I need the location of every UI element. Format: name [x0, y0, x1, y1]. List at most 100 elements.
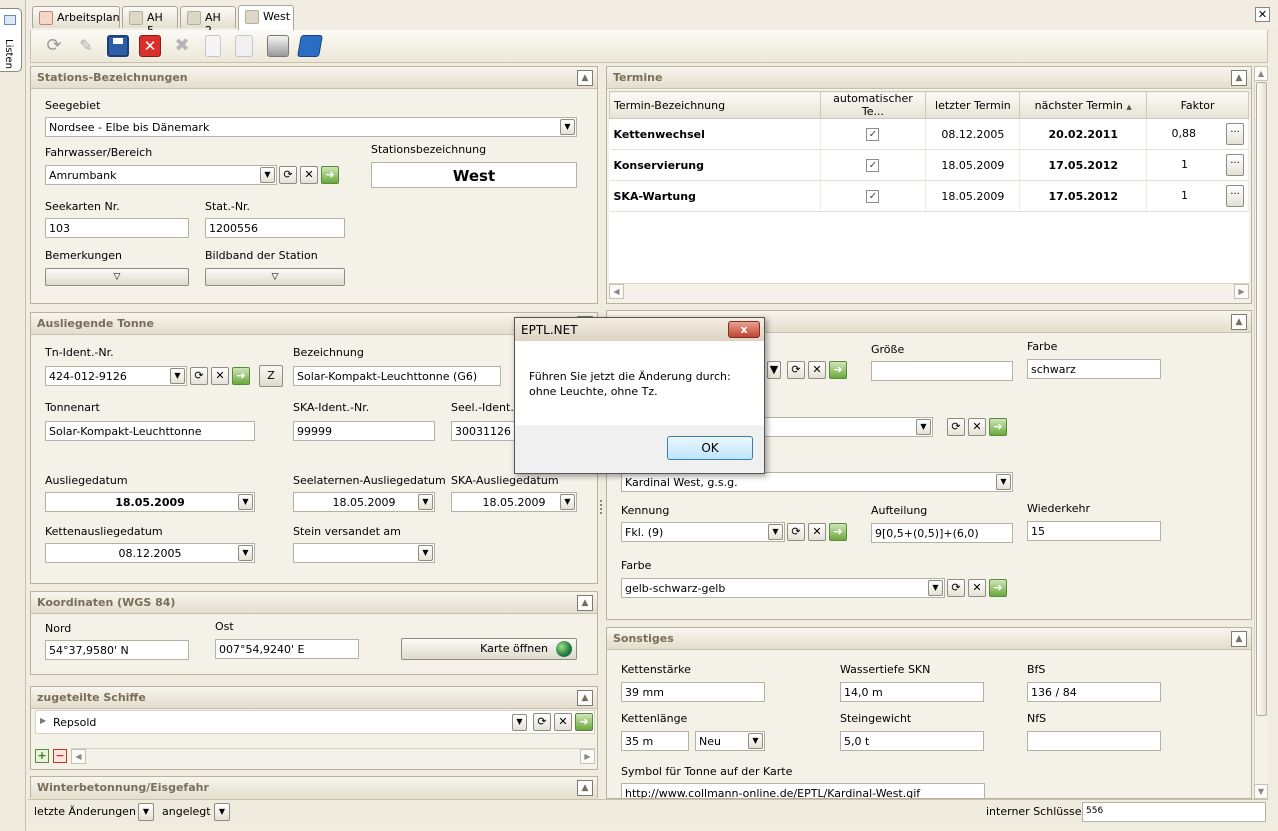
- karte-oeffnen-button[interactable]: Karte öffnen: [401, 638, 577, 660]
- refresh-icon[interactable]: ⟳: [787, 523, 805, 541]
- go-arrow-icon[interactable]: ➜: [989, 579, 1007, 597]
- table-row[interactable]: Kettenwechsel ✓ 08.12.2005 20.02.2011 0,…: [609, 118, 1249, 150]
- chevron-down-icon[interactable]: ▼: [748, 733, 763, 749]
- clear-icon[interactable]: ✕: [808, 361, 826, 379]
- collapse-icon[interactable]: ▲: [1231, 314, 1247, 330]
- help-book-icon[interactable]: [297, 35, 323, 57]
- table-row[interactable]: Konservierung ✓ 18.05.2009 17.05.2012 1 ·…: [609, 149, 1249, 181]
- steingewicht-field[interactable]: 5,0 t: [840, 731, 984, 751]
- new-document-icon[interactable]: [205, 35, 221, 57]
- col-header[interactable]: automatischer Te...: [819, 91, 927, 119]
- seelident-field[interactable]: 30031126: [451, 421, 517, 441]
- auto-checkbox[interactable]: ✓: [866, 128, 880, 141]
- schiffe-row[interactable]: ▶ Repsold ▼ ⟳ ✕ ➜: [35, 710, 595, 734]
- statnr-field[interactable]: 1200556: [205, 218, 345, 238]
- bildband-dropdown[interactable]: ▽: [205, 268, 345, 286]
- delete-icon[interactable]: ✖: [171, 35, 193, 57]
- tab-arbeitsplan[interactable]: Arbeitsplan: [32, 6, 120, 28]
- vertical-scrollbar[interactable]: ▲ ▼: [1254, 66, 1268, 799]
- save-icon[interactable]: [107, 35, 129, 57]
- symbol-field[interactable]: http://www.collmann-online.de/EPTL/Kardi…: [621, 783, 985, 799]
- chevron-down-icon[interactable]: ▼: [512, 714, 527, 731]
- tab-west[interactable]: West: [238, 5, 294, 30]
- ok-button[interactable]: OK: [667, 436, 753, 460]
- splitter-handle[interactable]: [600, 500, 604, 514]
- clear-icon[interactable]: ✕: [300, 166, 318, 184]
- wassertiefe-field[interactable]: 14,0 m: [840, 682, 984, 702]
- tab-ah2[interactable]: AH 2: [180, 6, 236, 37]
- scroll-left-icon[interactable]: ◀: [71, 749, 86, 764]
- col-header[interactable]: letzter Termin: [925, 91, 1021, 119]
- chevron-down-icon[interactable]: ▼: [767, 361, 781, 379]
- refresh-icon[interactable]: ⟳: [787, 361, 805, 379]
- close-tab-button[interactable]: ✕: [1255, 7, 1270, 22]
- refresh-icon[interactable]: ⟳: [947, 579, 965, 597]
- close-icon[interactable]: x: [728, 321, 760, 338]
- row-expand-icon[interactable]: ▶: [40, 716, 46, 725]
- bfs-field[interactable]: 136 / 84: [1027, 682, 1161, 702]
- listen-tab[interactable]: Listen: [0, 8, 22, 72]
- kettenstaerke-field[interactable]: 39 mm: [621, 682, 765, 702]
- auto-checkbox[interactable]: ✓: [866, 190, 880, 203]
- collapse-icon[interactable]: ▲: [1231, 631, 1247, 647]
- scroll-up-icon[interactable]: ▲: [1254, 66, 1268, 81]
- more-icon[interactable]: ···: [1226, 154, 1244, 176]
- clear-icon[interactable]: ✕: [968, 579, 986, 597]
- stein-date[interactable]: ▼: [293, 543, 435, 563]
- collapse-icon[interactable]: ▲: [577, 690, 593, 706]
- scroll-thumb[interactable]: [1256, 82, 1267, 716]
- horizontal-scrollbar[interactable]: ◀ ▶: [609, 283, 1249, 300]
- chevron-down-icon[interactable]: ▼: [768, 524, 783, 540]
- fahrwasser-select[interactable]: Amrumbank ▼: [45, 165, 277, 185]
- refresh-icon[interactable]: ⟳: [43, 35, 65, 57]
- ketten-date[interactable]: 08.12.2005 ▼: [45, 543, 255, 563]
- chevron-down-icon[interactable]: ▼: [916, 419, 931, 435]
- wiederkehr-field[interactable]: 15: [1027, 521, 1161, 541]
- skaaus-date[interactable]: 18.05.2009 ▼: [451, 492, 577, 512]
- refresh-icon[interactable]: ⟳: [190, 367, 208, 385]
- go-arrow-icon[interactable]: ➜: [829, 523, 847, 541]
- table-row[interactable]: SKA-Wartung ✓ 18.05.2009 17.05.2012 1 ···: [609, 180, 1249, 212]
- expand-icon[interactable]: ▲: [577, 780, 593, 796]
- remove-icon[interactable]: −: [53, 749, 67, 763]
- kettenlaenge-field[interactable]: 35 m: [621, 731, 689, 751]
- collapse-icon[interactable]: ▲: [577, 595, 593, 611]
- go-arrow-icon[interactable]: ➜: [321, 166, 339, 184]
- scroll-left-icon[interactable]: ◀: [609, 284, 624, 299]
- bemerkungen-dropdown[interactable]: ▽: [45, 268, 189, 286]
- groesse-field[interactable]: [871, 361, 1013, 381]
- chevron-down-icon[interactable]: ▼: [560, 119, 575, 135]
- horizontal-scrollbar[interactable]: ◀ ▶: [71, 748, 595, 765]
- cancel-icon[interactable]: ✕: [139, 35, 161, 57]
- chevron-down-icon[interactable]: ▼: [238, 545, 253, 561]
- farbe1-field[interactable]: schwarz: [1027, 359, 1161, 379]
- chevron-down-icon[interactable]: ▼: [260, 167, 275, 183]
- chevron-down-icon[interactable]: ▼: [238, 494, 253, 510]
- clear-icon[interactable]: ✕: [808, 523, 826, 541]
- skaident-field[interactable]: 99999: [293, 421, 435, 441]
- nord-field[interactable]: 54°37,9580' N: [45, 640, 189, 660]
- chevron-down-icon[interactable]: ▼: [170, 368, 185, 384]
- copy-icon[interactable]: [235, 35, 253, 57]
- scroll-down-icon[interactable]: ▼: [1254, 784, 1268, 799]
- clear-icon[interactable]: ✕: [211, 367, 229, 385]
- go-arrow-icon[interactable]: ➜: [829, 361, 847, 379]
- chevron-down-icon[interactable]: ▼: [996, 474, 1011, 490]
- go-arrow-icon[interactable]: ➜: [575, 713, 593, 731]
- chevron-down-icon[interactable]: ▼: [560, 494, 575, 510]
- bezeichnung-field[interactable]: Solar-Kompakt-Leuchttonne (G6): [293, 366, 501, 386]
- tab-ah5[interactable]: AH 5: [122, 6, 178, 37]
- chevron-down-icon[interactable]: ▼: [138, 803, 154, 821]
- scroll-right-icon[interactable]: ▶: [580, 749, 595, 764]
- nfs-field[interactable]: [1027, 731, 1161, 751]
- more-icon[interactable]: ···: [1226, 123, 1244, 145]
- col-header[interactable]: Termin-Bezeichnung: [609, 91, 821, 119]
- edit-icon[interactable]: ✎: [75, 35, 97, 57]
- go-arrow-icon[interactable]: ➜: [232, 367, 250, 385]
- stationsbez-field[interactable]: West: [371, 162, 577, 188]
- chevron-down-icon[interactable]: ▼: [214, 803, 230, 821]
- chevron-down-icon[interactable]: ▼: [418, 545, 433, 561]
- clear-icon[interactable]: ✕: [554, 713, 572, 731]
- refresh-icon[interactable]: ⟳: [947, 418, 965, 436]
- print-icon[interactable]: [267, 35, 289, 57]
